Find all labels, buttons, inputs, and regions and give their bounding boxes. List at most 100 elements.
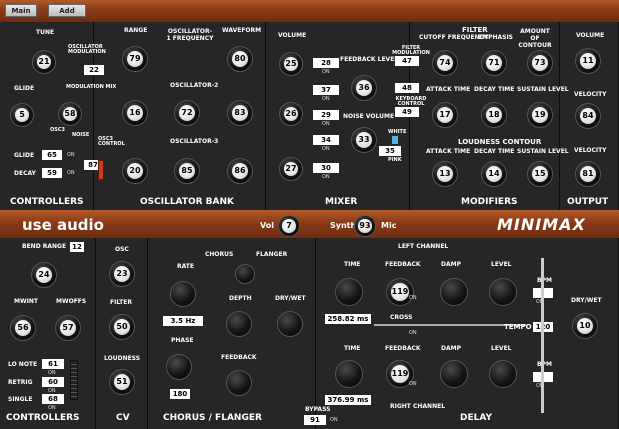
- filter-sustain-knob[interactable]: 19: [527, 102, 553, 128]
- decay-on[interactable]: ON: [67, 171, 75, 176]
- lonote-box[interactable]: 61: [42, 359, 64, 369]
- bend-range-box[interactable]: 12: [70, 242, 84, 252]
- cross-on[interactable]: ON: [409, 331, 417, 336]
- phase-value-box[interactable]: 180: [170, 389, 190, 399]
- phase-knob[interactable]: [166, 354, 192, 380]
- velocity2-knob[interactable]: 81: [575, 161, 601, 187]
- noise-color-switch[interactable]: [392, 136, 398, 144]
- mixer-osc3-on[interactable]: ON: [322, 175, 330, 180]
- add-button[interactable]: Add: [48, 4, 86, 17]
- mixer-osc2-knob[interactable]: 26: [279, 102, 303, 126]
- mod-mix-knob[interactable]: 58: [58, 102, 82, 126]
- glide-knob[interactable]: 5: [10, 103, 34, 127]
- left-time-knob[interactable]: [335, 278, 363, 306]
- output-volume-knob[interactable]: 11: [575, 48, 601, 74]
- emphasis-knob[interactable]: 71: [481, 50, 507, 76]
- mixer-noise2-on[interactable]: ON: [322, 147, 330, 152]
- cv-filter-knob[interactable]: 50: [109, 314, 135, 340]
- single-on[interactable]: ON: [48, 406, 56, 411]
- loud-attack-knob[interactable]: 13: [432, 161, 458, 187]
- lonote-on[interactable]: ON: [48, 371, 56, 376]
- tempo-label: TEMPO: [504, 323, 532, 331]
- right-time-box[interactable]: 376.99 ms: [325, 395, 371, 405]
- filter-mod-box[interactable]: 47: [395, 56, 419, 66]
- left-feedback-label: FEEDBACK: [385, 261, 421, 268]
- mwoffs-knob[interactable]: 57: [55, 315, 81, 341]
- retrig-box[interactable]: 60: [42, 377, 64, 387]
- noise-volume-knob[interactable]: 33: [351, 127, 377, 153]
- left-level-knob[interactable]: [489, 278, 517, 306]
- mwint-knob[interactable]: 56: [10, 315, 36, 341]
- bypass-on[interactable]: ON: [330, 418, 338, 423]
- osc2-freq-knob[interactable]: 72: [174, 100, 200, 126]
- main-button[interactable]: Main: [5, 4, 37, 17]
- osc3-control-switch[interactable]: [98, 160, 104, 180]
- osc1-range-knob[interactable]: 79: [122, 46, 148, 72]
- mixer-noise1-box[interactable]: 29: [313, 110, 339, 120]
- delay-drywet-knob[interactable]: 10: [572, 313, 598, 339]
- left-time-box[interactable]: 258.82 ms: [325, 314, 371, 324]
- left-damp-knob[interactable]: [440, 278, 468, 306]
- mixer-osc2-on[interactable]: ON: [322, 97, 330, 102]
- cv-loudness-knob[interactable]: 51: [109, 369, 135, 395]
- amount-knob[interactable]: 73: [527, 50, 553, 76]
- filter-decay-knob[interactable]: 18: [481, 102, 507, 128]
- filter-attack-knob[interactable]: 17: [432, 102, 458, 128]
- glide2-on[interactable]: ON: [67, 153, 75, 158]
- right-level-knob[interactable]: [489, 360, 517, 388]
- filter-mod-label: FILTER MODULATION: [392, 45, 430, 56]
- phase-label: PHASE: [171, 337, 194, 344]
- mixer-osc1-box[interactable]: 28: [313, 58, 339, 68]
- osc3-waveform-knob[interactable]: 86: [227, 158, 253, 184]
- osc-mod-box[interactable]: 22: [84, 65, 104, 75]
- mixer-osc1-knob[interactable]: 25: [279, 52, 303, 76]
- right-time-knob[interactable]: [335, 360, 363, 388]
- rate-knob[interactable]: [170, 281, 196, 307]
- master-vol-knob[interactable]: 7: [278, 215, 300, 237]
- osc2-waveform-knob[interactable]: 83: [227, 100, 253, 126]
- waveform-label: WAVEFORM: [222, 27, 262, 34]
- keyboard-ctrl1-box[interactable]: 48: [395, 83, 419, 93]
- mixer-noise1-on[interactable]: ON: [322, 122, 330, 127]
- single-box[interactable]: 68: [42, 394, 64, 404]
- decay-box[interactable]: 59: [42, 168, 62, 178]
- osc2-range-knob[interactable]: 16: [122, 100, 148, 126]
- loud-decay-knob[interactable]: 14: [481, 161, 507, 187]
- right-feedback-on[interactable]: ON: [409, 382, 417, 387]
- bypass-box[interactable]: 91: [304, 415, 326, 425]
- mixer-osc3-knob[interactable]: 27: [279, 157, 303, 181]
- synth-mic-knob[interactable]: 93: [354, 215, 376, 237]
- cv-osc-label: OSC: [115, 246, 129, 253]
- tune-knob[interactable]: 21: [32, 50, 56, 74]
- chorus-feedback-knob[interactable]: [226, 370, 252, 396]
- loud-sustain-knob[interactable]: 15: [527, 161, 553, 187]
- cutoff-knob[interactable]: 74: [432, 50, 458, 76]
- chorus-flanger-switch[interactable]: [235, 264, 255, 284]
- osc3-freq-knob[interactable]: 85: [174, 158, 200, 184]
- mixer-osc3-box[interactable]: 30: [313, 163, 339, 173]
- osc3-range-knob[interactable]: 20: [122, 158, 148, 184]
- cv-osc-knob[interactable]: 23: [109, 261, 135, 287]
- osc3-ctrl-label: OSC3 CONTROL: [98, 136, 125, 147]
- depth-knob[interactable]: [226, 311, 252, 337]
- mixer-osc2-box[interactable]: 37: [313, 85, 339, 95]
- rate-value-box[interactable]: 3.5 Hz: [163, 316, 203, 326]
- chorus-drywet-knob[interactable]: [277, 311, 303, 337]
- feedback-level-knob[interactable]: 36: [351, 75, 377, 101]
- left-feedback-knob[interactable]: 119: [386, 278, 414, 306]
- osc1-waveform-knob[interactable]: 80: [227, 46, 253, 72]
- osc-bank-title: OSCILLATOR BANK: [140, 197, 235, 207]
- top-wood-strip: [0, 0, 619, 22]
- right-damp-knob[interactable]: [440, 360, 468, 388]
- cv-title: CV: [116, 413, 130, 423]
- mixer-noise2-box[interactable]: 34: [313, 135, 339, 145]
- bend-knob[interactable]: 24: [31, 262, 57, 288]
- keyboard-ctrl2-box[interactable]: 49: [395, 107, 419, 117]
- left-feedback-on[interactable]: ON: [409, 296, 417, 301]
- velocity1-knob[interactable]: 84: [575, 103, 601, 129]
- delay-title: DELAY: [460, 413, 492, 423]
- minimax-logo: MINIMAX: [497, 215, 586, 234]
- glide2-box[interactable]: 65: [42, 150, 62, 160]
- mixer-noise3-box[interactable]: 35: [379, 146, 401, 156]
- mixer-osc1-on[interactable]: ON: [322, 70, 330, 75]
